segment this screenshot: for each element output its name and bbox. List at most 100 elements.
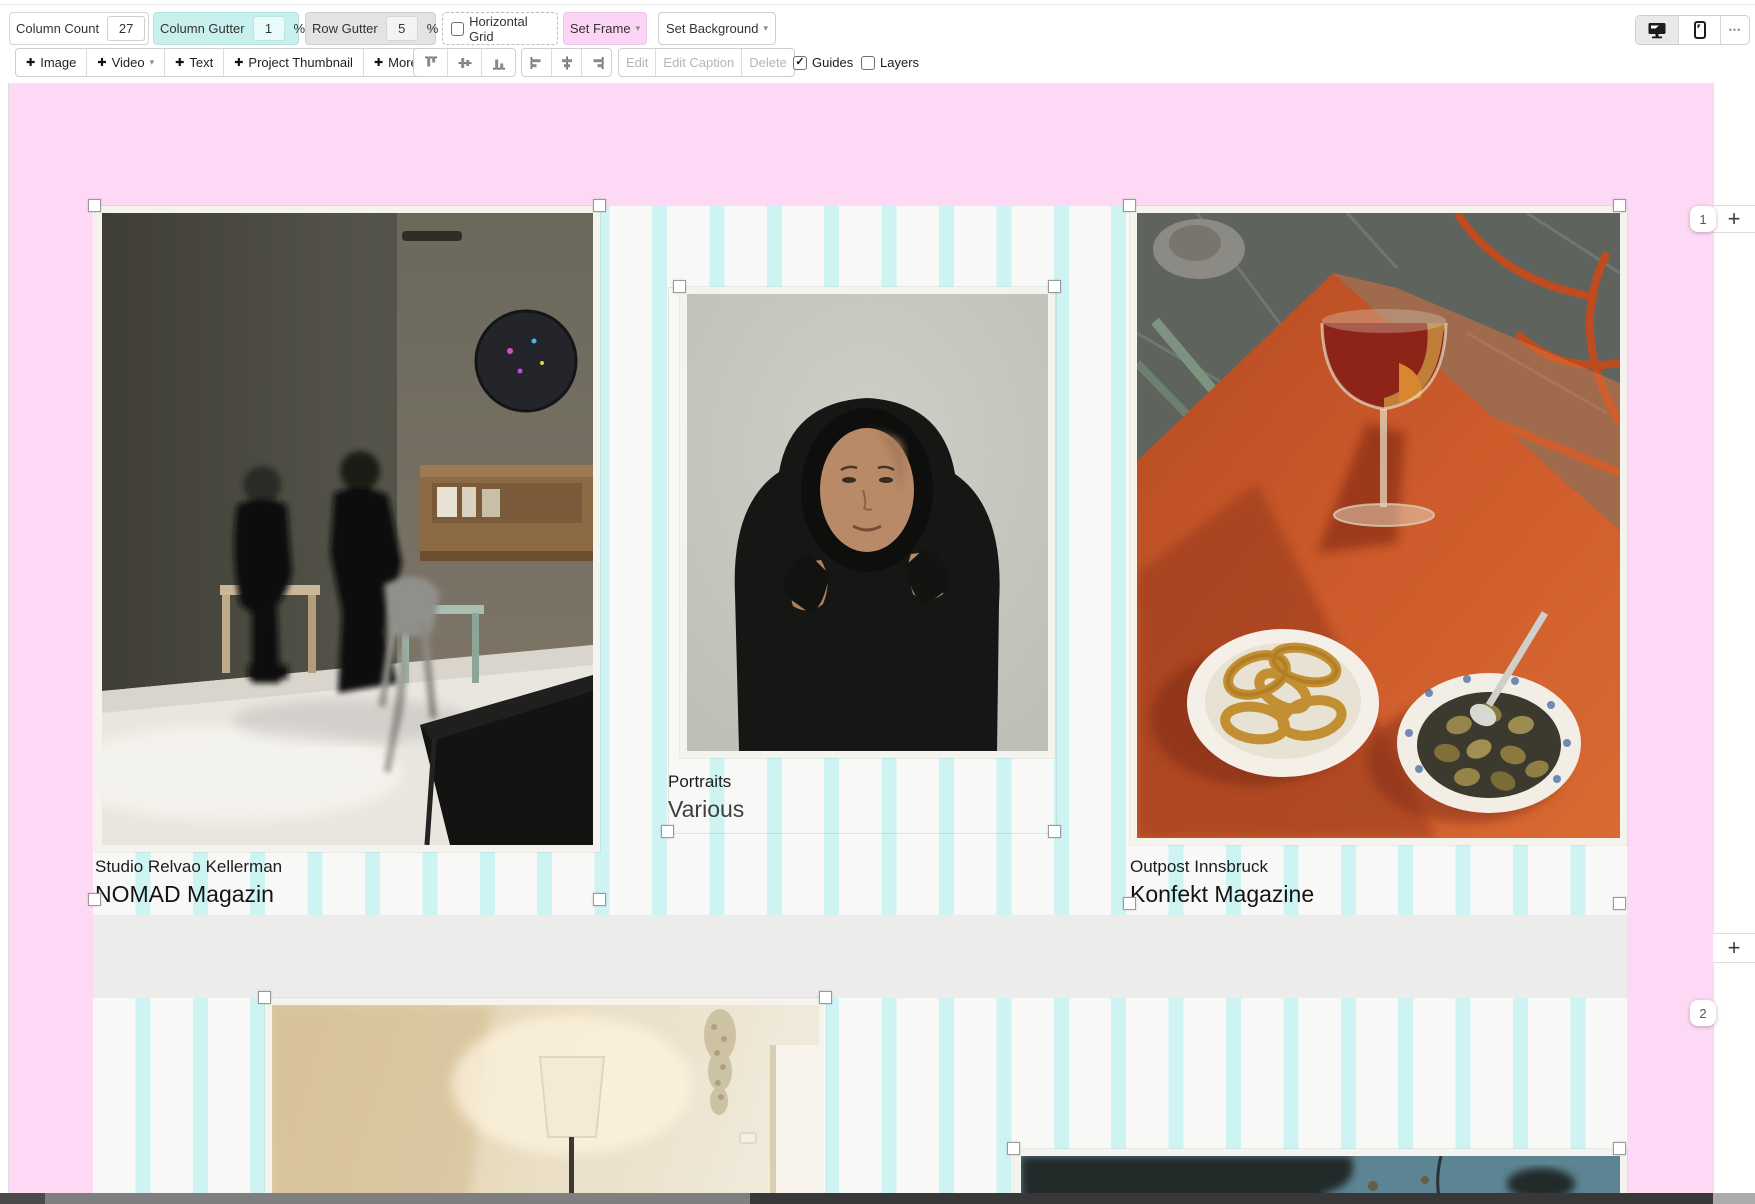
selection-handle[interactable] (673, 280, 686, 293)
set-background-label: Set Background (666, 21, 759, 36)
selection-handle[interactable] (1613, 897, 1626, 910)
selection-handle[interactable] (258, 991, 271, 1004)
edit-caption-label: Edit Caption (663, 55, 734, 70)
column-gutter-cluster: Column Gutter % (153, 12, 299, 45)
more-options-button[interactable]: ••• (1721, 16, 1749, 44)
set-frame-label: Set Frame (570, 21, 631, 36)
column-gutter-input[interactable] (253, 16, 285, 41)
set-background-button[interactable]: Set Background ▾ (658, 12, 776, 45)
project-subtitle: Various (668, 795, 1055, 823)
row-gutter-input[interactable] (386, 16, 418, 41)
selection-handle[interactable] (1048, 825, 1061, 838)
guides-toggle[interactable]: ✓ Guides (793, 48, 853, 77)
trees-photo (1021, 1156, 1620, 1193)
canvas-left-margin (0, 83, 9, 1193)
selection-handle[interactable] (1613, 1142, 1626, 1155)
selection-handle[interactable] (593, 893, 606, 906)
align-top-button[interactable] (414, 49, 448, 76)
chevron-down-icon: ▾ (150, 57, 155, 68)
page-canvas[interactable]: Studio Relvao Kellerman NOMAD Magazin (0, 83, 1755, 1193)
guides-checkbox[interactable]: ✓ (793, 56, 807, 70)
align-bottom-icon (491, 55, 507, 71)
align-center-icon (559, 55, 575, 71)
delete-button[interactable]: Delete (742, 49, 794, 76)
selection-handle[interactable] (88, 199, 101, 212)
add-text-button[interactable]: ✚ Text (165, 49, 224, 76)
project-caption-studio[interactable]: Studio Relvao Kellerman NOMAD Magazin (95, 855, 600, 908)
selection-handle[interactable] (593, 199, 606, 212)
project-thumbnail-studio[interactable] (95, 206, 600, 852)
mobile-view-button[interactable] (1679, 16, 1721, 44)
row-gutter-label: Row Gutter (306, 21, 384, 36)
edit-label: Edit (626, 55, 648, 70)
selection-handle[interactable] (1007, 1142, 1020, 1155)
portrait-photo (687, 294, 1048, 751)
align-bottom-button[interactable] (482, 49, 515, 76)
desktop-view-button[interactable] (1636, 16, 1679, 44)
set-frame-button[interactable]: Set Frame ▾ (563, 12, 647, 45)
view-switch: ••• (1635, 15, 1750, 45)
project-title: Outpost Innsbruck (1130, 855, 1627, 879)
project-thumbnail-portraits[interactable] (680, 287, 1055, 758)
align-center-button[interactable] (552, 49, 582, 76)
add-project-thumbnail-label: Project Thumbnail (248, 55, 353, 70)
align-top-icon (423, 55, 439, 71)
project-subtitle: NOMAD Magazin (95, 880, 600, 908)
page-number-badge[interactable]: 2 (1690, 1000, 1716, 1026)
selection-handle[interactable] (1048, 280, 1061, 293)
desktop-icon (1647, 22, 1667, 39)
project-caption-outpost[interactable]: Outpost Innsbruck Konfekt Magazine (1130, 855, 1627, 908)
add-row-button[interactable]: + (1713, 933, 1755, 963)
selection-handle[interactable] (1123, 199, 1136, 212)
selection-handle[interactable] (1613, 199, 1626, 212)
add-project-thumbnail-button[interactable]: ✚ Project Thumbnail (224, 49, 364, 76)
align-left-button[interactable] (522, 49, 552, 76)
scrollbar-end-piece (1713, 1193, 1755, 1204)
align-middle-button[interactable] (448, 49, 482, 76)
chevron-down-icon: ▾ (636, 23, 641, 34)
scrollbar-left-piece (0, 1193, 45, 1204)
column-count-label: Column Count (10, 21, 105, 36)
plus-icon: + (1728, 935, 1741, 961)
horizontal-grid-toggle[interactable]: Horizontal Grid (442, 12, 558, 45)
column-count-input[interactable] (107, 16, 145, 41)
selection-handle[interactable] (661, 825, 674, 838)
horizontal-grid-checkbox[interactable] (451, 22, 464, 36)
project-thumbnail-outpost[interactable] (1130, 206, 1627, 845)
add-video-label: Video (112, 55, 145, 70)
horizontal-grid-label: Horizontal Grid (469, 14, 549, 44)
guides-label: Guides (812, 55, 853, 70)
plus-icon: ✚ (374, 56, 383, 69)
header-divider (0, 4, 1755, 5)
add-text-label: Text (189, 55, 213, 70)
align-right-button[interactable] (582, 49, 611, 76)
project-caption-portraits[interactable]: Portraits Various (668, 770, 1055, 823)
project-thumbnail-trees[interactable] (1014, 1149, 1627, 1193)
chevron-down-icon: ▾ (763, 23, 768, 34)
layers-checkbox[interactable] (861, 56, 875, 70)
selection-handle[interactable] (819, 991, 832, 1004)
horizontal-scrollbar[interactable] (0, 1193, 1755, 1204)
plus-icon: ✚ (26, 56, 35, 69)
layers-toggle[interactable]: Layers (861, 48, 919, 77)
edit-caption-button[interactable]: Edit Caption (656, 49, 742, 76)
align-middle-icon (457, 55, 473, 71)
toolbar-area: Gridder Column Count Column Gutter % Row… (0, 0, 1755, 83)
vertical-align-group (413, 48, 516, 77)
horizontal-align-group (521, 48, 612, 77)
scrollbar-thumb[interactable] (750, 1193, 1713, 1204)
interior-photo (272, 1005, 819, 1193)
add-row-button[interactable]: + (1713, 205, 1755, 233)
page-number-badge[interactable]: 1 (1690, 206, 1716, 232)
selection-handle[interactable] (88, 893, 101, 906)
project-thumbnail-interior[interactable] (265, 998, 826, 1193)
add-image-button[interactable]: ✚ Image (16, 49, 87, 76)
plus-icon: ✚ (234, 56, 243, 69)
add-video-button[interactable]: ✚ Video ▾ (87, 49, 165, 76)
project-subtitle: Konfekt Magazine (1130, 880, 1627, 908)
row-gutter-cluster: Row Gutter % (305, 12, 436, 45)
plus-icon: ✚ (97, 56, 106, 69)
selection-handle[interactable] (1123, 897, 1136, 910)
ellipsis-icon: ••• (1729, 25, 1741, 35)
edit-button[interactable]: Edit (619, 49, 656, 76)
